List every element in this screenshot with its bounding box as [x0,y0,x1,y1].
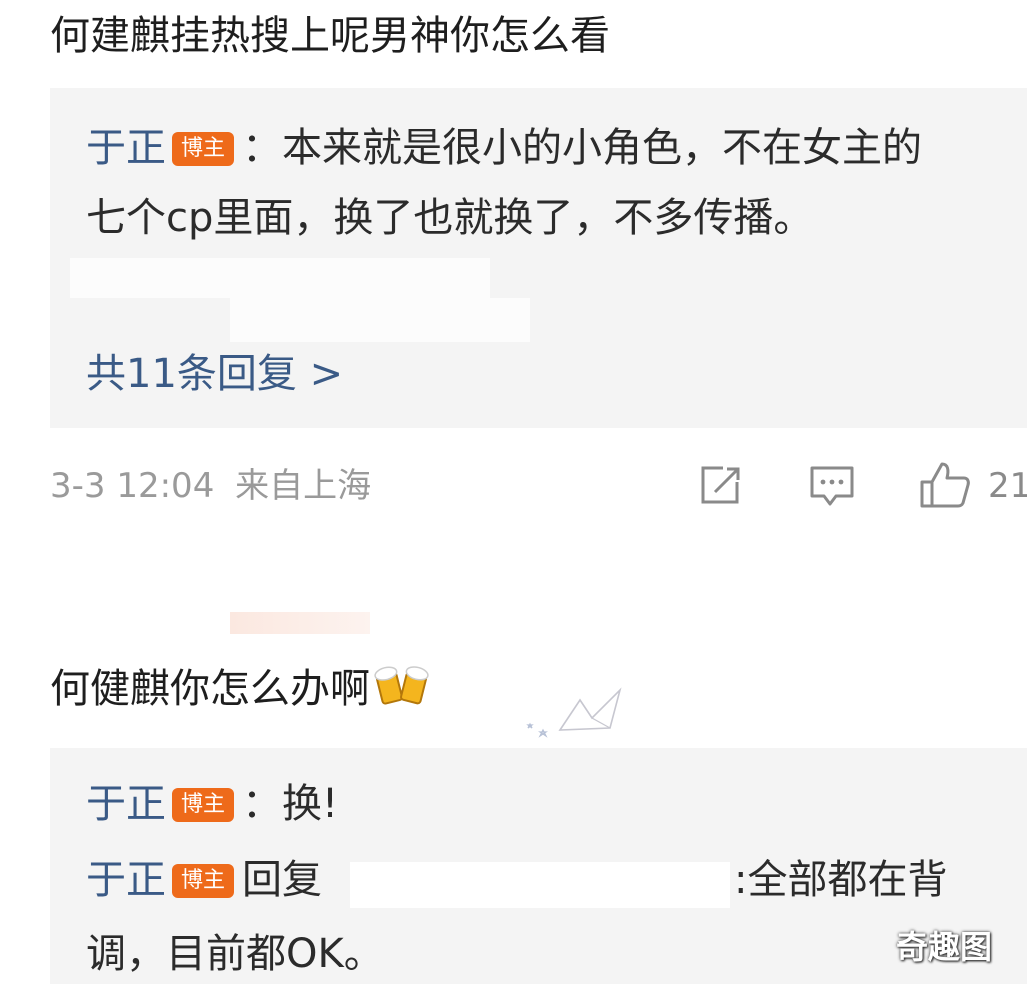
redacted-username [350,862,730,908]
like-icon[interactable] [918,460,972,510]
redacted-area [230,298,530,342]
reply-prefix: 回复 [242,857,322,903]
reply-text: :全部都在背 [734,857,948,903]
comment-meta: 3-3 12:04 来自上海 [50,466,371,506]
author-badge: 博主 [172,132,234,166]
author-badge: 博主 [172,864,234,898]
reply-text-continued: 七个cp里面，换了也就换了，不多传播。 [86,195,814,241]
reply-text: ：换! [242,781,339,827]
reply-item[interactable]: 于正 博主 ：本来就是很小的小角色，不在女主的 [86,124,922,172]
watermark: 奇趣图 [896,928,993,966]
paper-crane-sticker-icon [520,680,640,750]
author-badge: 博主 [172,788,234,822]
reply-text: ：本来就是很小的小角色，不在女主的 [242,125,922,171]
redacted-username [230,612,370,634]
reply-text-continued: 调，目前都OK。 [86,931,384,977]
reply-item[interactable]: 于正 博主 ：换! [86,780,338,828]
comment-time: 3-3 12:04 [50,466,215,506]
comment-icon[interactable] [808,464,856,510]
like-count: 21 [988,466,1027,506]
comment-location: 来自上海 [235,466,372,506]
view-more-replies-link[interactable]: 共11条回复 > [86,350,343,398]
reply-item[interactable]: 于正 博主 回复 [86,856,322,904]
comment-text: 何健麒你怎么办啊 [50,660,430,713]
share-icon[interactable] [697,464,743,508]
reply-username[interactable]: 于正 [86,781,166,827]
redacted-area [70,258,490,298]
reply-username[interactable]: 于正 [86,857,166,903]
beer-cheers-icon [374,660,430,708]
comment-text: 何建麒挂热搜上呢男神你怎么看 [50,13,610,59]
reply-username[interactable]: 于正 [86,125,166,171]
